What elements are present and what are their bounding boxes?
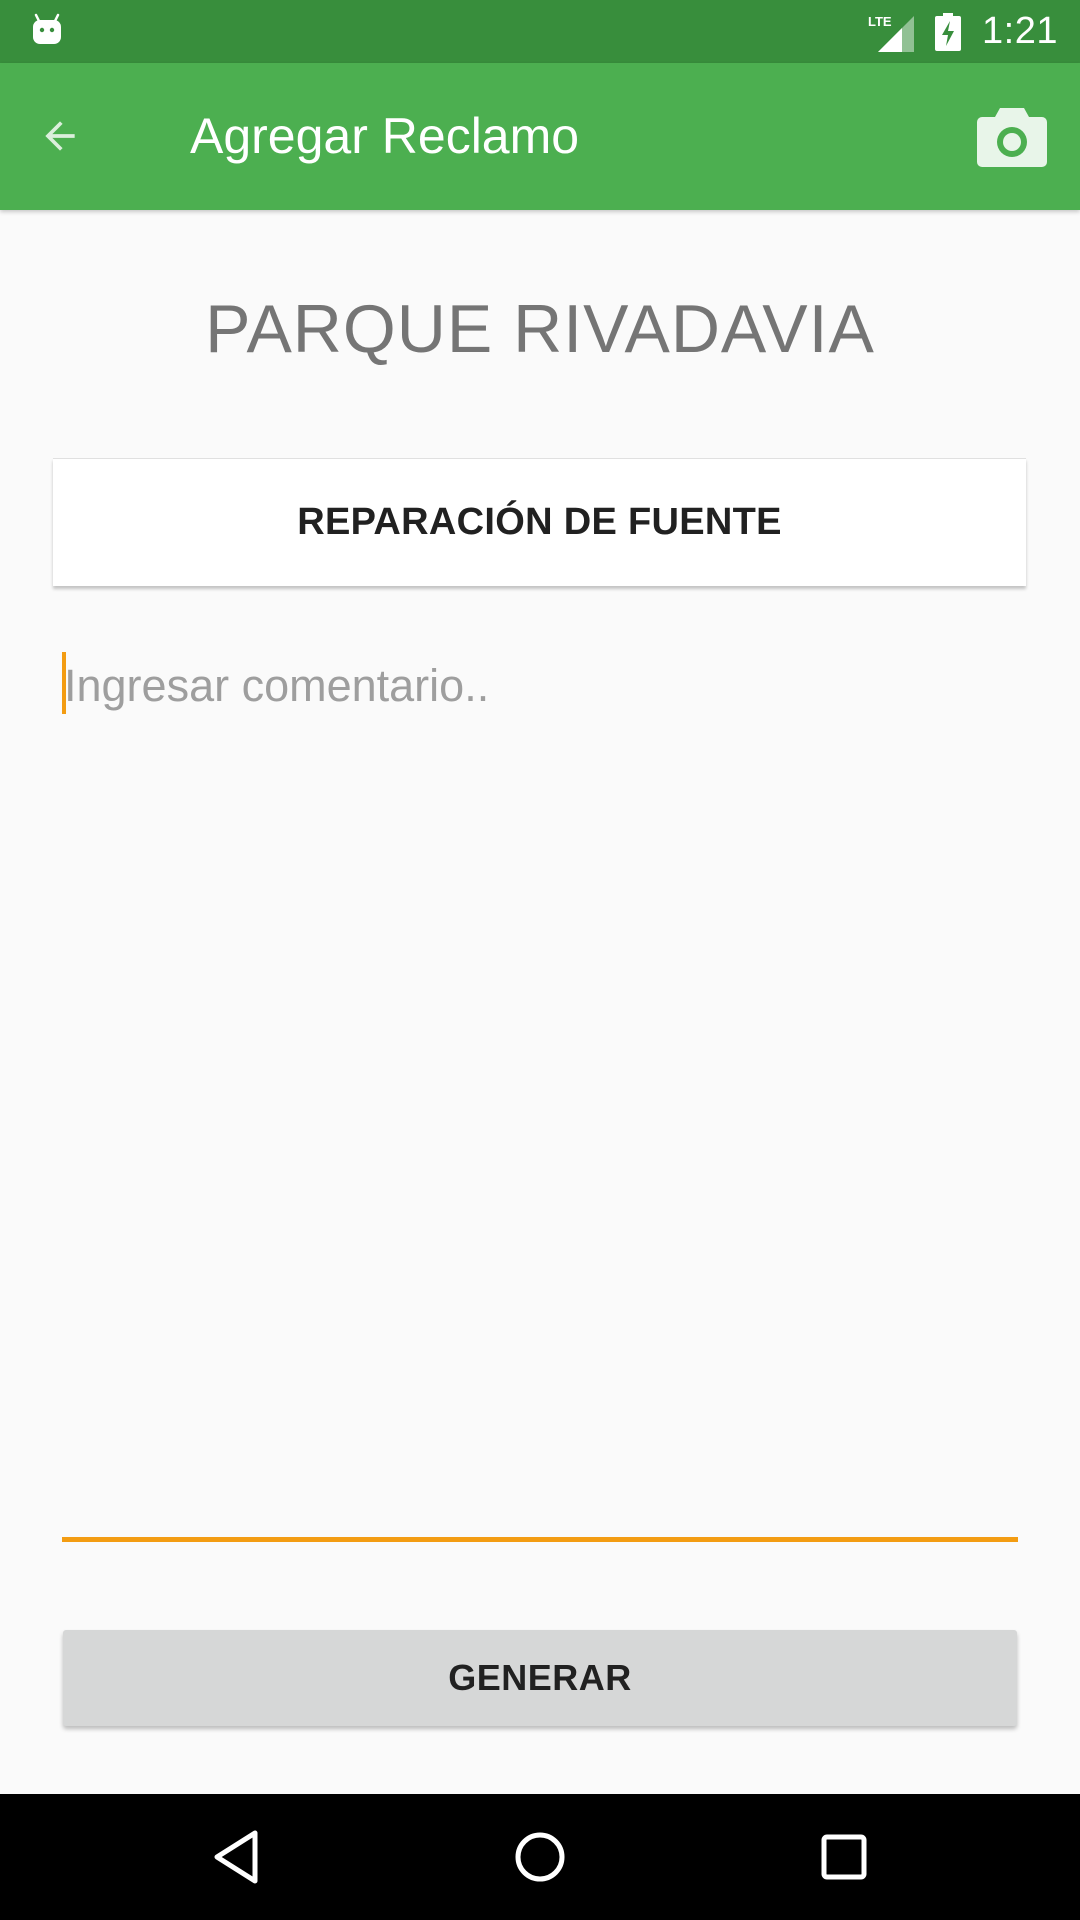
battery-charging-icon [935, 12, 962, 51]
lte-signal-icon: LTE [868, 14, 915, 52]
claim-type-card[interactable]: REPARACIÓN DE FUENTE [53, 458, 1026, 586]
camera-icon [977, 108, 1047, 167]
network-type-label: LTE [868, 14, 892, 29]
nav-recents-button[interactable] [809, 1822, 879, 1892]
place-name: PARQUE RIVADAVIA [205, 291, 875, 367]
status-icons: LTE 1:21 [868, 0, 1058, 63]
back-button[interactable] [28, 104, 92, 168]
arrow-back-icon [45, 121, 75, 151]
screen: LTE 1:21 Agregar Reclamo PARQUE RIVADAVI… [0, 0, 1080, 1920]
android-icon [33, 13, 61, 44]
nav-back-icon [214, 1830, 258, 1884]
page-title: Agregar Reclamo [190, 108, 580, 164]
comment-field [62, 640, 1018, 1544]
comment-input[interactable] [62, 640, 1018, 1530]
nav-back-button[interactable] [201, 1822, 271, 1892]
navigation-bar [0, 1794, 1080, 1920]
app-bar: Agregar Reclamo [0, 63, 1080, 210]
text-cursor [62, 652, 66, 714]
nav-home-button[interactable] [505, 1822, 575, 1892]
status-bar: LTE 1:21 [0, 0, 1080, 63]
comment-underline [62, 1537, 1018, 1542]
generate-button[interactable]: GENERAR [63, 1630, 1017, 1726]
nav-home-icon [515, 1832, 565, 1882]
claim-type-label: REPARACIÓN DE FUENTE [297, 501, 782, 543]
nav-recents-icon [821, 1834, 867, 1880]
camera-button[interactable] [974, 99, 1050, 175]
clock: 1:21 [982, 10, 1058, 52]
